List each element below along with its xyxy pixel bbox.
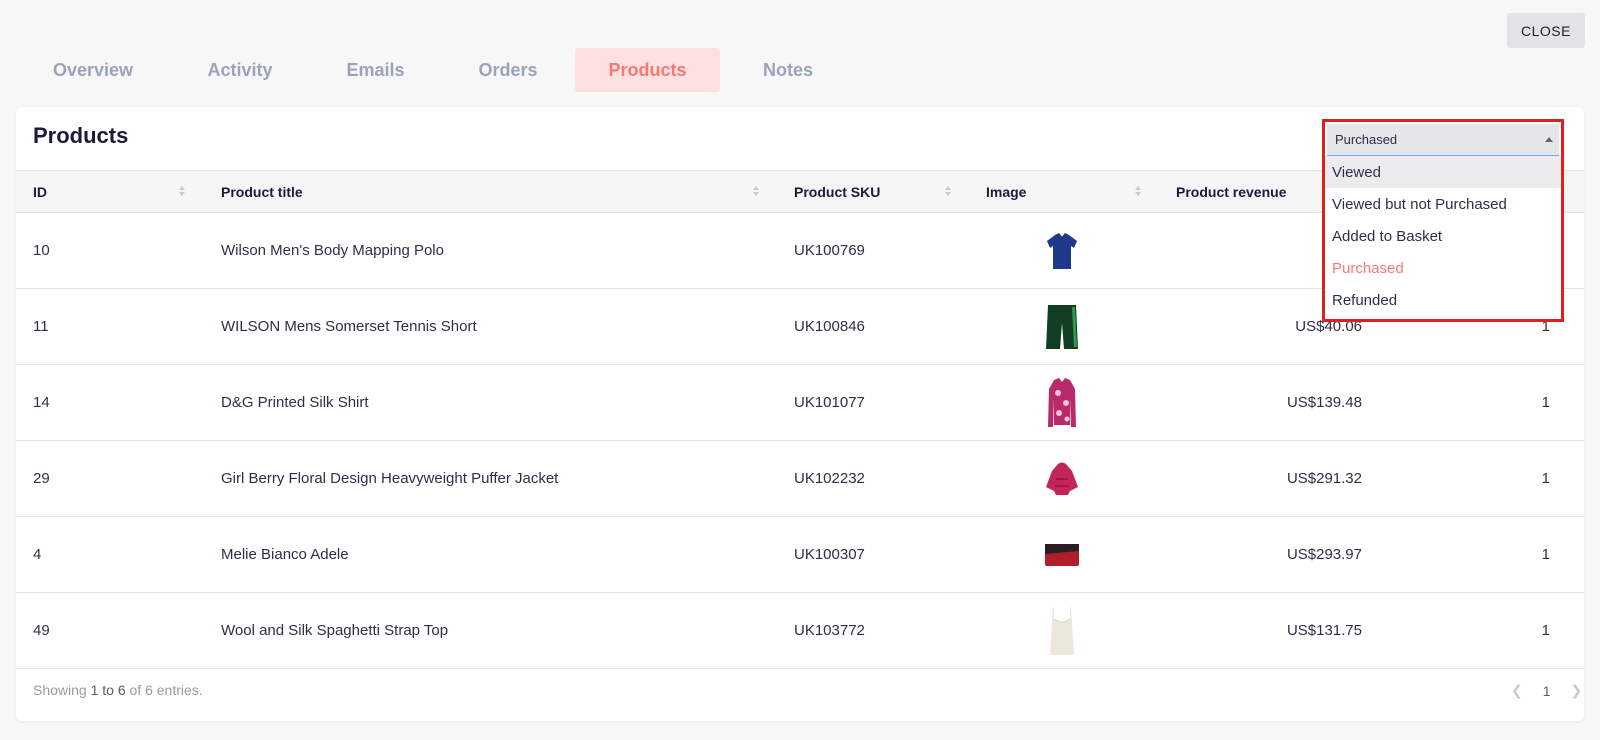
cell-quantity: 1 [1541,546,1550,563]
cell-quantity: 1 [1541,470,1550,487]
cell-id: 10 [33,242,50,259]
column-header-product-title[interactable]: Product title [221,171,303,212]
table-info-suffix: of 6 entries. [125,682,203,698]
page-number[interactable]: 1 [1543,683,1551,699]
table-row[interactable]: 29 Girl Berry Floral Design Heavyweight … [16,441,1584,517]
column-header-id[interactable]: ID [33,171,47,212]
cell-quantity: 1 [1541,622,1550,639]
cell-product-revenue: US$293.97 [1286,546,1362,563]
product-filter-selected: Purchased [1335,132,1398,147]
option-refunded[interactable]: Refunded [1325,284,1561,316]
product-filter-dropdown[interactable]: Purchased Viewed Viewed but not Purchase… [1322,119,1564,322]
column-header-product-sku[interactable]: Product SKU [794,171,880,212]
sort-icon[interactable] [752,184,760,198]
cell-id: 14 [33,394,50,411]
option-viewed[interactable]: Viewed [1325,156,1561,188]
cell-product-title: D&G Printed Silk Shirt [221,394,369,411]
caret-up-icon [1545,137,1553,142]
tab-bar: Overview Activity Emails Orders Products… [16,48,856,92]
chevron-left-icon[interactable]: ❮ [1511,682,1523,699]
tab-products[interactable]: Products [575,48,720,92]
chevron-right-icon[interactable]: ❯ [1571,682,1583,699]
tab-activity[interactable]: Activity [170,48,310,92]
page-title: Products [33,123,129,148]
table-info-prefix: Showing [33,682,91,698]
cell-product-sku: UK100846 [794,318,865,335]
column-header-product-revenue[interactable]: Product revenue [1176,171,1286,212]
cell-product-sku: UK100307 [794,546,865,563]
option-added-to-basket[interactable]: Added to Basket [1325,220,1561,252]
cell-id: 29 [33,470,50,487]
cell-product-revenue: US$139.48 [1286,394,1362,411]
cell-quantity: 1 [1541,394,1550,411]
table-row[interactable]: 4 Melie Bianco Adele UK100307 US$293.97 … [16,517,1584,593]
close-button[interactable]: CLOSE [1507,13,1585,48]
product-filter-options: Viewed Viewed but not Purchased Added to… [1325,156,1561,316]
option-purchased[interactable]: Purchased [1325,252,1561,284]
cell-product-sku: UK100769 [794,242,865,259]
cell-product-title: Melie Bianco Adele [221,546,349,563]
sort-icon[interactable] [944,184,952,198]
sort-icon[interactable] [1134,184,1142,198]
cell-product-sku: UK102232 [794,470,865,487]
tennis-short-image [1046,305,1078,349]
table-row[interactable]: 49 Wool and Silk Spaghetti Strap Top UK1… [16,593,1584,669]
option-viewed-not-purchased[interactable]: Viewed but not Purchased [1325,188,1561,220]
sort-icon[interactable] [178,184,186,198]
cell-id: 4 [33,546,42,563]
clutch-bag-image [1045,544,1079,566]
tab-notes[interactable]: Notes [720,48,856,92]
column-header-image[interactable]: Image [986,171,1026,212]
cell-product-sku: UK101077 [794,394,865,411]
table-info: Showing 1 to 6 of 6 entries. [33,682,203,698]
pagination: ❮ 1 ❯ [1511,682,1582,699]
tab-orders[interactable]: Orders [441,48,575,92]
product-filter-select[interactable]: Purchased [1327,124,1559,156]
cell-product-sku: UK103772 [794,622,865,639]
cell-product-revenue: US$131.75 [1286,622,1362,639]
cell-id: 49 [33,622,50,639]
silk-shirt-image [1048,378,1076,427]
cell-product-title: WILSON Mens Somerset Tennis Short [221,318,477,335]
cell-product-title: Wool and Silk Spaghetti Strap Top [221,622,449,639]
cell-product-title: Wilson Men's Body Mapping Polo [221,242,444,259]
cell-product-title: Girl Berry Floral Design Heavyweight Puf… [221,470,559,487]
puffer-jacket-image [1046,462,1078,495]
cell-id: 11 [33,318,49,335]
cell-product-revenue: US$291.32 [1286,470,1362,487]
polo-shirt-image [1047,233,1077,269]
table-row[interactable]: 14 D&G Printed Silk Shirt UK101077 US$13… [16,365,1584,441]
tab-emails[interactable]: Emails [310,48,441,92]
strap-top-image [1050,607,1074,655]
tab-overview[interactable]: Overview [16,48,170,92]
table-info-range: 1 to 6 [90,682,126,698]
